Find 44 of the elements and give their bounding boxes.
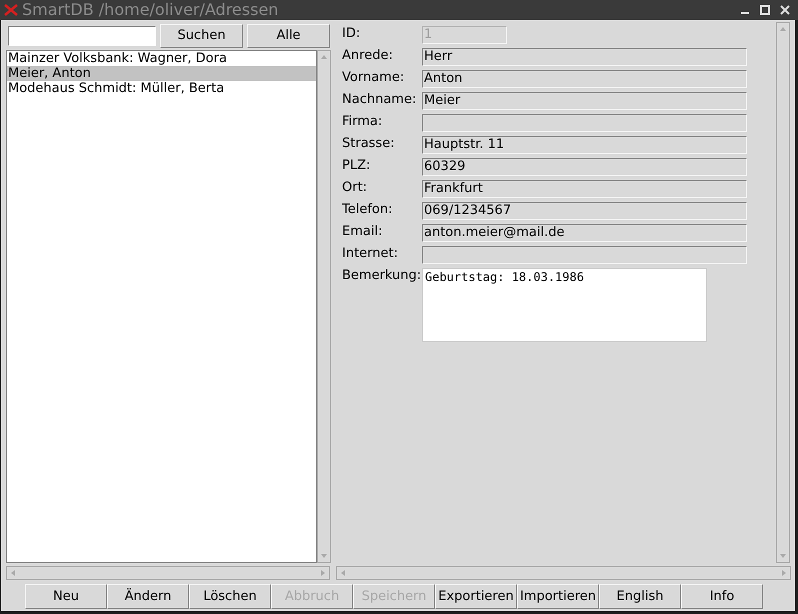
text-field[interactable]: Meier — [422, 92, 747, 110]
text-field[interactable] — [422, 114, 747, 132]
text-field[interactable]: Frankfurt — [422, 180, 747, 198]
show-all-button[interactable]: Alle — [247, 24, 330, 48]
vertical-scrollbar[interactable] — [317, 50, 331, 563]
field-label: Telefon: — [342, 202, 394, 218]
text-field[interactable]: Anton — [422, 70, 747, 88]
text-field[interactable]: Hauptstr. 11 — [422, 136, 747, 154]
toolbar-button[interactable]: Info — [681, 584, 763, 609]
search-button[interactable]: Suchen — [160, 24, 243, 48]
toolbar-button[interactable]: English — [599, 584, 681, 609]
toolbar-button[interactable]: Importieren — [517, 584, 599, 609]
field-label: Bemerkung: — [342, 268, 422, 284]
list-item[interactable]: Meier, Anton — [7, 66, 316, 81]
field-label: Firma: — [342, 114, 384, 130]
field-label: Nachname: — [342, 92, 418, 108]
search-field[interactable] — [8, 26, 156, 46]
field-label: Strasse: — [342, 136, 396, 152]
field-label: Anrede: — [342, 48, 394, 64]
list-item[interactable]: Modehaus Schmidt: Müller, Berta — [7, 81, 316, 96]
vertical-scrollbar[interactable] — [776, 22, 790, 563]
toolbar-button[interactable]: Neu — [25, 584, 107, 609]
text-field[interactable] — [422, 246, 747, 264]
toolbar-button[interactable]: Exportieren — [435, 584, 517, 609]
horizontal-scrollbar[interactable] — [6, 566, 330, 580]
text-field[interactable]: Herr — [422, 48, 747, 66]
window-title: SmartDB /home/oliver/Adressen — [22, 2, 278, 18]
field-label: ID: — [342, 26, 362, 42]
horizontal-scrollbar[interactable] — [336, 566, 791, 580]
app-icon — [4, 4, 18, 16]
text-field[interactable]: anton.meier@mail.de — [422, 224, 747, 242]
field-label: Email: — [342, 224, 384, 240]
list-item[interactable]: Mainzer Volksbank: Wagner, Dora — [7, 51, 316, 66]
close-icon[interactable] — [780, 5, 790, 15]
field-label: PLZ: — [342, 158, 372, 174]
toolbar-button[interactable]: Ändern — [107, 584, 189, 609]
toolbar-button[interactable]: Löschen — [189, 584, 271, 609]
text-field[interactable]: 069/1234567 — [422, 202, 747, 220]
field-label: Internet: — [342, 246, 399, 262]
notes-field[interactable]: Geburtstag: 18.03.1986 — [422, 268, 707, 342]
text-field[interactable]: 60329 — [422, 158, 747, 176]
maximize-icon[interactable] — [760, 5, 770, 15]
field-label: Ort: — [342, 180, 368, 196]
field-label: Vorname: — [342, 70, 406, 86]
